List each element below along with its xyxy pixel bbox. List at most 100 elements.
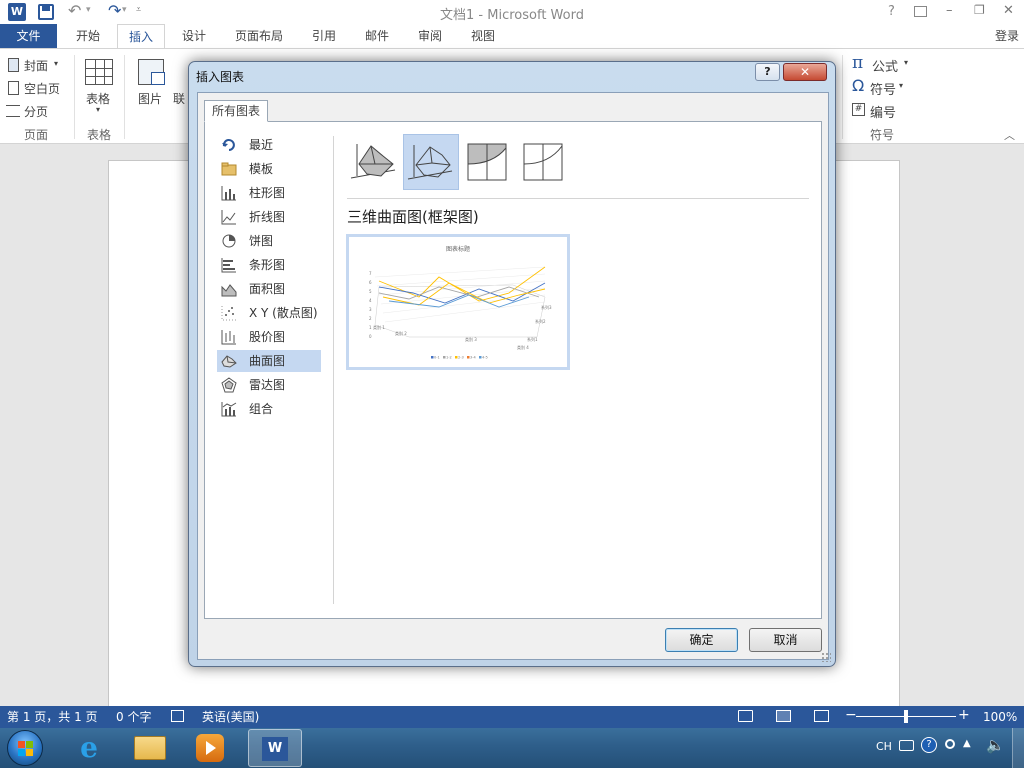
dialog-body: 所有图表 最近 模板 柱形图 折线图 饼图 条形图 面积图 X Y (散点图) 股价图曲面图雷达… [197, 92, 829, 660]
tab-insert[interactable]: 插入 [117, 24, 165, 49]
symbol-label: 符号 [870, 83, 897, 98]
close-button[interactable]: ✕ [1003, 3, 1014, 18]
sign-in-link[interactable]: 登录 [990, 24, 1024, 48]
page-count[interactable]: 第 1 页，共 1 页 [7, 709, 98, 725]
chart-category-list: 最近 模板 柱形图 折线图 饼图 条形图 面积图 X Y (散点图) 股价图曲面图雷达图组合 [205, 122, 333, 602]
preview-x-label: 类别 3 [465, 336, 477, 342]
show-desktop-button[interactable] [1012, 728, 1024, 768]
chevron-down-icon: ▾ [96, 105, 101, 114]
chart-category-radar-chart[interactable]: 雷达图 [217, 374, 321, 396]
equation-button[interactable]: π 公式 ▾ [852, 53, 914, 75]
restore-button[interactable]: ❐ [974, 3, 985, 17]
number-button[interactable]: # 编号 [852, 101, 904, 121]
minimize-button[interactable]: – [946, 3, 953, 18]
preview-y-tick: 4 [369, 298, 372, 303]
speaker-icon[interactable]: 🔈 [986, 736, 1005, 754]
dialog-title: 插入图表 [196, 70, 245, 84]
preview-legend-label: 1-2 [446, 356, 452, 360]
chart-category-recent[interactable]: 最近 [217, 134, 321, 156]
symbol-button[interactable]: Ω 符号 ▾ [852, 76, 910, 98]
word-taskbar-button[interactable]: W [248, 729, 302, 767]
cancel-button[interactable]: 取消 [749, 628, 822, 652]
tab-file[interactable]: 文件 [0, 24, 57, 48]
chart-category-surface-chart[interactable]: 曲面图 [217, 350, 321, 372]
zoom-level[interactable]: 100% [983, 709, 1017, 725]
resize-grip-icon[interactable] [821, 652, 831, 662]
preview-legend-label: 0-1 [434, 356, 440, 360]
pi-icon: π [852, 53, 864, 73]
show-hidden-icons-icon[interactable]: ▲ [963, 738, 971, 749]
preview-depth-label: 系列1 [527, 336, 538, 342]
chart-category-label: 雷达图 [249, 378, 286, 392]
chart-category-label: X Y (散点图) [249, 306, 318, 320]
blank-page-button[interactable]: 空白页 [8, 80, 70, 98]
chart-category-folder[interactable]: 模板 [217, 158, 321, 180]
chevron-down-icon: ▾ [904, 58, 909, 67]
chart-preview-box[interactable]: 图表标题 7 6 5 4 3 2 1 0 类别 1 类别 2 类别 3 类别 4 系列3 系列2 系列1 0-1… [346, 234, 570, 370]
chart-category-combo-chart[interactable]: 组合 [217, 398, 321, 420]
chart-category-bar-chart[interactable]: 条形图 [217, 254, 321, 276]
page-break-label: 分页 [24, 105, 49, 119]
category-divider [333, 136, 334, 604]
keyboard-icon[interactable] [899, 740, 914, 751]
word-count[interactable]: 0 个字 [116, 709, 151, 725]
chart-category-column-chart[interactable]: 柱形图 [217, 182, 321, 204]
preview-y-tick: 2 [369, 316, 372, 321]
start-button[interactable] [7, 730, 43, 766]
table-icon [85, 59, 113, 85]
zoom-in-button[interactable]: + [958, 707, 970, 723]
combo-chart-icon [221, 401, 237, 417]
pictures-label: 图片 [138, 92, 163, 106]
proofing-icon[interactable] [171, 710, 184, 722]
gallery-divider [347, 198, 809, 199]
page-break-button[interactable]: 分页 [6, 103, 64, 121]
table-group-label: 表格 [87, 128, 112, 142]
tab-view[interactable]: 视图 [461, 24, 505, 48]
contour-icon[interactable] [459, 134, 515, 190]
preview-x-label: 类别 1 [373, 324, 385, 330]
media-player-icon[interactable] [196, 734, 224, 762]
cover-page-button[interactable]: 封面 ▾ [8, 57, 68, 75]
online-pictures-label[interactable]: 联 [173, 90, 185, 107]
chart-category-stock-chart[interactable]: 股价图 [217, 326, 321, 348]
recent-icon [221, 137, 237, 153]
web-layout-icon[interactable] [814, 710, 829, 722]
wireframe-3d-surface-icon[interactable] [403, 134, 459, 190]
ribbon-display-options-button[interactable] [914, 6, 927, 17]
dialog-help-button[interactable]: ? [755, 63, 780, 81]
chart-category-scatter-chart[interactable]: X Y (散点图) [217, 302, 321, 324]
print-layout-icon[interactable] [776, 710, 791, 722]
chart-category-label: 曲面图 [249, 354, 286, 368]
collapse-ribbon-icon[interactable]: ︿ [1004, 127, 1015, 143]
help-icon[interactable]: ? [921, 737, 937, 753]
chart-category-line-chart[interactable]: 折线图 [217, 206, 321, 228]
zoom-slider-thumb[interactable] [904, 710, 908, 723]
chart-category-pie-chart[interactable]: 饼图 [217, 230, 321, 252]
language-indicator[interactable]: 英语(美国) [202, 709, 259, 725]
tab-design[interactable]: 设计 [172, 24, 216, 48]
chart-category-label: 组合 [249, 402, 274, 416]
wireframe-contour-icon[interactable] [515, 134, 571, 190]
tab-all-charts[interactable]: 所有图表 [204, 100, 268, 122]
read-mode-icon[interactable] [738, 710, 753, 722]
input-language[interactable]: CH [876, 740, 892, 753]
chart-category-area-chart[interactable]: 面积图 [217, 278, 321, 300]
tray-settings-icon[interactable] [945, 739, 955, 749]
file-explorer-icon[interactable] [134, 736, 166, 760]
preview-y-tick: 0 [369, 334, 372, 339]
3d-surface-icon[interactable] [347, 134, 403, 190]
pie-chart-icon [221, 233, 237, 249]
tab-mailings[interactable]: 邮件 [355, 24, 399, 48]
help-button[interactable]: ? [888, 4, 895, 19]
equation-label: 公式 [872, 60, 899, 75]
tab-layout[interactable]: 页面布局 [226, 24, 292, 48]
dialog-close-button[interactable]: ✕ [783, 63, 827, 81]
tab-home[interactable]: 开始 [66, 24, 110, 48]
table-button[interactable]: 表格 ▾ [82, 57, 116, 121]
ok-button[interactable]: 确定 [665, 628, 738, 652]
internet-explorer-icon[interactable]: e [72, 732, 106, 764]
zoom-out-button[interactable]: − [845, 707, 857, 723]
pictures-button[interactable]: 图片 [134, 57, 170, 121]
tab-review[interactable]: 审阅 [408, 24, 452, 48]
tab-references[interactable]: 引用 [302, 24, 346, 48]
